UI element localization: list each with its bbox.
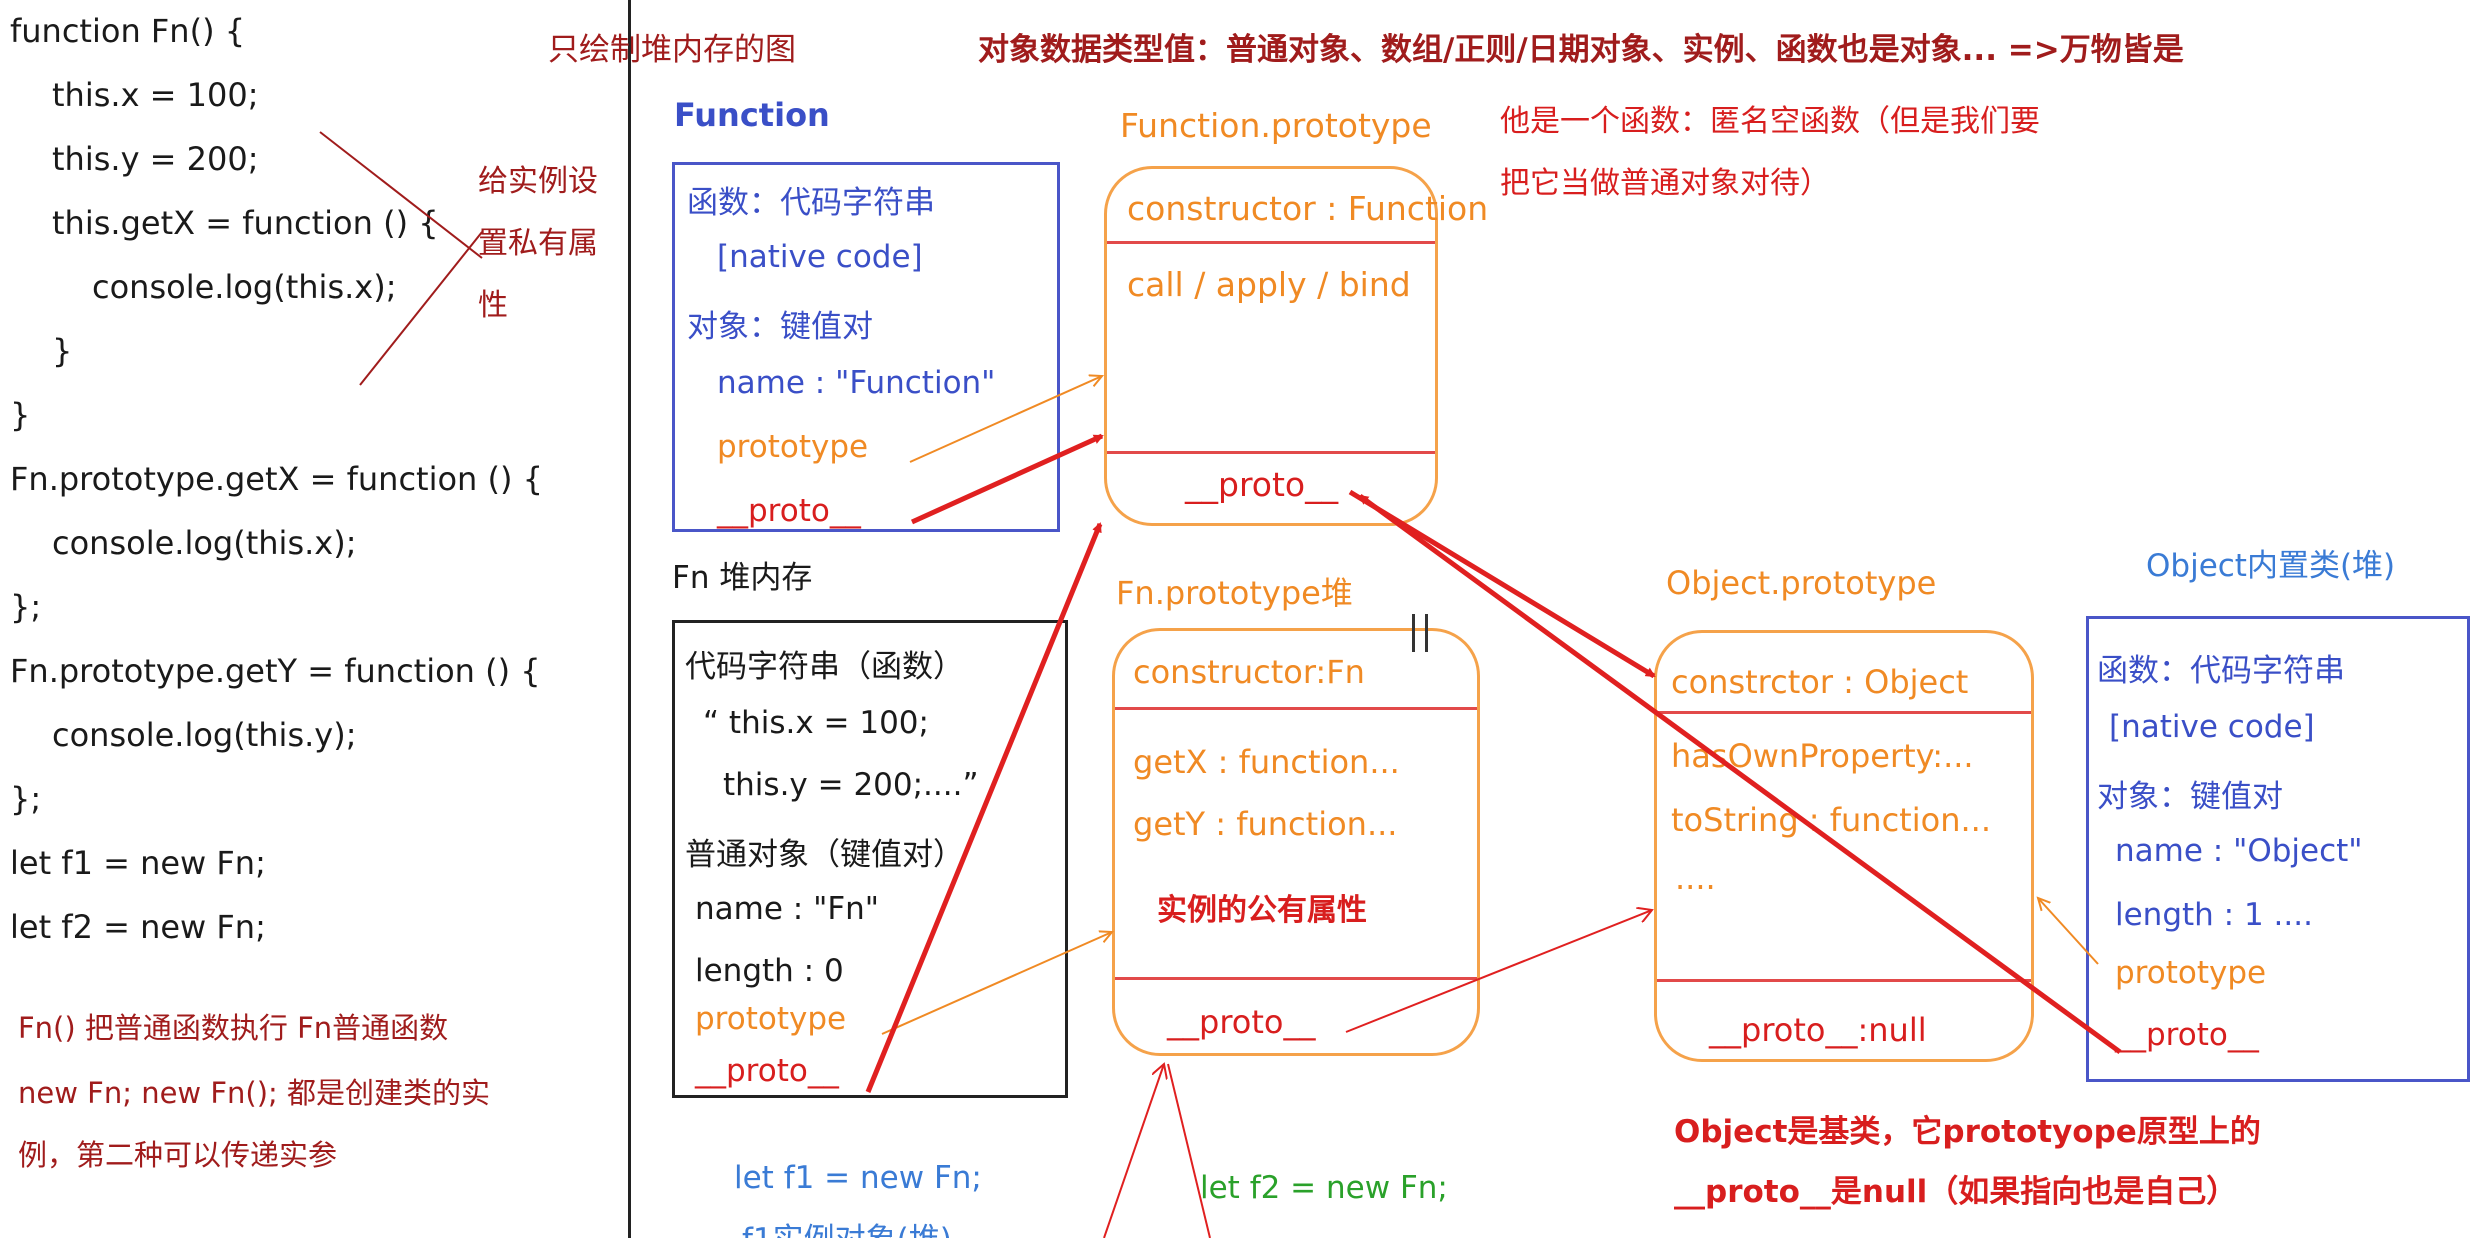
private-note-line: 置私有属 [478, 226, 598, 261]
object-heap-line: 函数：代码字符串 [2097, 653, 2345, 689]
function-prototype-methods: call / apply / bind [1127, 265, 1411, 304]
fn-prototype-gety: getY : function... [1133, 805, 1398, 843]
bottom-note-line: new Fn; new Fn(); 都是创建类的实 [18, 1076, 491, 1110]
object-heap-title: Object内置类(堆) [2146, 548, 2396, 584]
instance-f1-sub: f1实例对象(堆) [742, 1214, 952, 1238]
function-prototype-note: 把它当做普通对象对待） [1500, 166, 1830, 201]
instance-f1-label: let f1 = new Fn; [734, 1160, 982, 1196]
heap-note: 只绘制堆内存的图 [548, 32, 796, 68]
object-prototype-hasown: hasOwnProperty:... [1671, 737, 1974, 775]
function-heap-title: Function [674, 96, 830, 134]
fn-heap-line: 普通对象（键值对） [685, 837, 964, 873]
object-heap-line: [native code] [2109, 709, 2315, 745]
fn-heap-prototype: prototype [695, 1001, 847, 1037]
fn-prototype-proto: __proto__ [1167, 1003, 1316, 1041]
code-line: function Fn() { [10, 12, 246, 50]
fn-heap-line: “ this.x = 100; [703, 705, 929, 741]
function-heap-line: 对象：键值对 [687, 309, 873, 345]
function-prototype-box: constructor : Function call / apply / bi… [1104, 166, 1488, 526]
object-prototype-constructor: constrctor : Object [1671, 663, 1969, 701]
code-line: } [52, 332, 73, 370]
private-note-line: 性 [478, 288, 508, 323]
code-line: Fn.prototype.getY = function () { [10, 652, 541, 690]
code-line: let f1 = new Fn; [10, 844, 266, 882]
function-heap-prototype: prototype [717, 429, 869, 465]
instance-f2-label: let f2 = new Fn; [1200, 1170, 1448, 1206]
fn-prototype-getx: getX : function... [1133, 743, 1400, 781]
object-prototype-box: constrctor : Object hasOwnProperty:... t… [1654, 630, 2034, 1062]
object-note-line: __proto__是null（如果指向也是自己） [1674, 1174, 2238, 1210]
object-heap-line: length : 1 .... [2115, 897, 2313, 933]
fn-prototype-divider [1115, 977, 1477, 980]
code-line: this.y = 200; [52, 140, 259, 178]
function-heap-box: 函数：代码字符串 [native code] 对象：键值对 name : "Fu… [672, 162, 1060, 532]
object-prototype-more: .... [1675, 859, 1716, 897]
fn-heap-line: 代码字符串（函数） [685, 649, 964, 685]
page-title: 对象数据类型值：普通对象、数组/正则/日期对象、实例、函数也是对象... =>万… [978, 32, 2184, 68]
object-prototype-divider [1657, 979, 2031, 982]
function-prototype-proto: __proto__ [1185, 465, 1339, 504]
function-prototype-divider [1107, 451, 1435, 454]
function-prototype-note: 他是一个函数：匿名空函数（但是我们要 [1500, 104, 2040, 139]
annotation-line [359, 231, 483, 386]
object-heap-proto: __proto__ [2115, 1017, 2259, 1053]
proto-arrow [1167, 1063, 1211, 1238]
fn-heap-line: this.y = 200;....” [723, 767, 979, 803]
function-heap-line: [native code] [717, 239, 923, 275]
fn-heap-proto: __proto__ [695, 1053, 839, 1089]
fn-prototype-box: constructor:Fn getX : function... getY :… [1112, 628, 1480, 1056]
object-prototype-divider [1657, 711, 2031, 714]
object-heap-prototype: prototype [2115, 955, 2267, 991]
proto-arrow [1103, 1064, 1164, 1238]
fn-heap-box: 代码字符串（函数） “ this.x = 100; this.y = 200;.… [672, 620, 1068, 1098]
code-line: console.log(this.y); [52, 716, 357, 754]
object-prototype-proto: __proto__:null [1709, 1011, 1927, 1049]
function-prototype-title: Function.prototype [1120, 106, 1432, 145]
function-prototype-divider [1107, 241, 1435, 244]
fn-prototype-divider [1115, 707, 1477, 710]
panel-divider [628, 0, 631, 1238]
code-line: Fn.prototype.getX = function () { [10, 460, 543, 498]
fn-prototype-public-note: 实例的公有属性 [1157, 893, 1367, 928]
function-heap-line: 函数：代码字符串 [687, 185, 935, 221]
code-line: } [10, 396, 31, 434]
private-note-line: 给实例设 [478, 164, 598, 199]
fn-heap-title: Fn 堆内存 [672, 560, 813, 596]
object-note-line: Object是基类，它prototyope原型上的 [1674, 1114, 2261, 1150]
object-heap-box: 函数：代码字符串 [native code] 对象：键值对 name : "Ob… [2086, 616, 2470, 1082]
function-heap-line: name : "Function" [717, 365, 996, 401]
fn-prototype-title: Fn.prototype堆 [1116, 574, 1353, 612]
object-heap-line: name : "Object" [2115, 833, 2363, 869]
function-prototype-constructor: constructor : Function [1127, 189, 1489, 228]
code-line: this.getX = function () { [52, 204, 439, 242]
bottom-note-line: Fn() 把普通函数执行 Fn普通函数 [18, 1011, 449, 1045]
code-line: console.log(this.x); [92, 268, 397, 306]
bottom-note-line: 例，第二种可以传递实参 [18, 1138, 338, 1172]
object-prototype-tostring: toString : function... [1671, 801, 1991, 839]
code-line: let f2 = new Fn; [10, 908, 266, 946]
fn-prototype-constructor: constructor:Fn [1133, 653, 1365, 691]
object-prototype-title: Object.prototype [1666, 564, 1937, 602]
code-line: }; [10, 588, 42, 626]
fn-heap-line: name : "Fn" [695, 891, 880, 927]
code-line: }; [10, 780, 42, 818]
fn-heap-line: length : 0 [695, 953, 844, 989]
code-line: this.x = 100; [52, 76, 259, 114]
code-line: console.log(this.x); [52, 524, 357, 562]
mouse-cursor-icon [1412, 614, 1428, 652]
object-heap-line: 对象：键值对 [2097, 779, 2283, 815]
function-heap-proto: __proto__ [717, 493, 861, 529]
